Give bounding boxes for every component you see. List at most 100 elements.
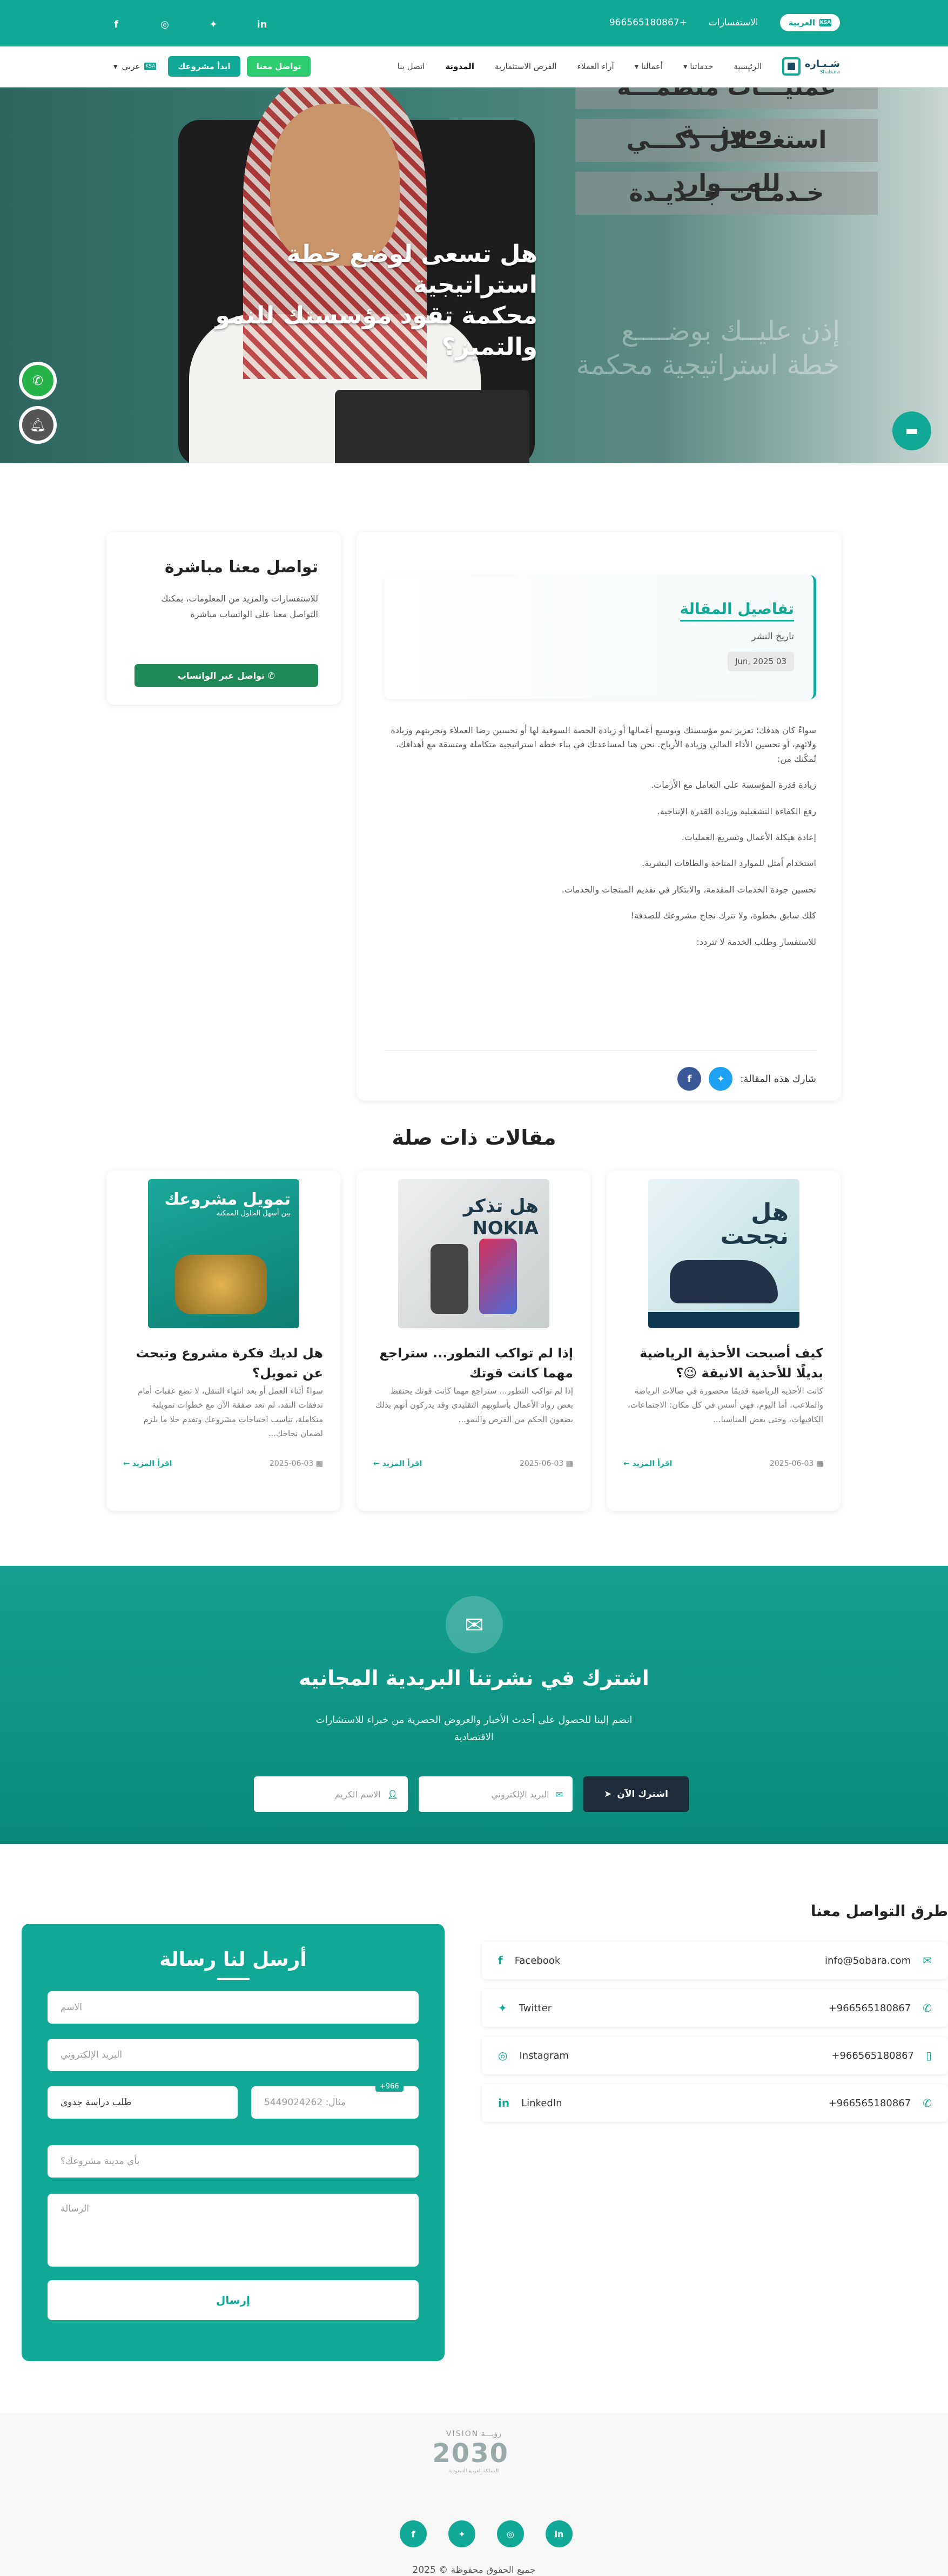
nav-contact[interactable]: اتصل بنا bbox=[398, 62, 425, 71]
publish-date-badge: Jun, 2025 03 bbox=[727, 652, 794, 671]
contact-row-label: Twitter ✦ bbox=[498, 2002, 552, 2014]
related-excerpt: كانت الأحذية الرياضية قديمًا محصورة في ص… bbox=[627, 1386, 823, 1424]
start-project-button[interactable]: ابدأ مشروعك bbox=[168, 56, 240, 77]
read-more-link[interactable]: اقرأ المزيد ← bbox=[373, 1459, 422, 1468]
twitter-icon[interactable]: ✦ bbox=[205, 16, 221, 32]
related-title-text[interactable]: هل لديك فكرة مشروع وتبحث عن تمويل؟ bbox=[123, 1343, 323, 1383]
facebook-icon[interactable]: f bbox=[108, 16, 124, 32]
mail-icon: ✉ bbox=[923, 1954, 932, 1967]
related-date-value: 2025-06-03 bbox=[269, 1459, 314, 1468]
direct-contact-text: للاستفسارات والمزيد من المعلومات، يمكنك … bbox=[161, 593, 318, 619]
contact-row-label: Facebook f bbox=[498, 1954, 560, 1967]
contact-row-linkedin[interactable]: ✆ 966565180867+ LinkedIn in bbox=[482, 2084, 948, 2122]
contact-row-instagram[interactable]: ▯ 966565180867+ Instagram ◎ bbox=[482, 2037, 948, 2074]
nav-testimonials[interactable]: آراء العملاء bbox=[577, 62, 614, 71]
facebook-icon[interactable]: f bbox=[400, 2520, 427, 2547]
calendar-icon: ▦ bbox=[313, 1459, 323, 1468]
read-more-label: اقرأ المزيد bbox=[132, 1459, 172, 1468]
related-date: ▦ 2025-06-03 bbox=[520, 1459, 573, 1468]
name-field[interactable]: الاسم bbox=[48, 1991, 419, 2024]
share-row: شارك هذه المقالة: ✦ f bbox=[384, 1050, 816, 1091]
hero-subtitle: إذن عليــك بوضــــع خطة استراتيجية محكمة bbox=[537, 249, 840, 382]
related-excerpt: سواءً أثناء العمل أو بعد انتهاء التنقل، … bbox=[138, 1386, 323, 1438]
service-select[interactable]: طلب دراسة جدوى bbox=[48, 2086, 238, 2119]
contact-value: 966565180867+ bbox=[828, 2002, 911, 2014]
contact-row-value: ✆ 966565180867+ bbox=[829, 2097, 932, 2110]
contact-us-button[interactable]: تواصل معنا bbox=[246, 56, 311, 77]
country-code-badge[interactable]: +966 bbox=[375, 2081, 404, 2092]
whatsapp-button-label: تواصل عبر الواتساب bbox=[177, 670, 265, 681]
send-icon: ➤ bbox=[604, 1789, 612, 1800]
direct-contact-card: تواصل معنا مباشرة للاستفسارات والمزيد من… bbox=[106, 532, 341, 705]
contact-label: Facebook bbox=[514, 1955, 561, 1966]
related-meta: ▦ 2025-06-03 اقرأ المزيد ← bbox=[123, 1459, 323, 1468]
article-point: كلك سابق بخطوة، ولا تترك نجاح مشروعك للص… bbox=[630, 910, 816, 921]
user-icon: 👤︎ bbox=[387, 1789, 398, 1800]
article-card: تفاصيل المقالة تاريخ النشر Jun, 2025 03 … bbox=[357, 532, 841, 1100]
related-card[interactable]: تمويل مشروعك بين أسهل الحلول الممكنة هل … bbox=[106, 1171, 340, 1511]
nav-home[interactable]: الرئيسية bbox=[734, 62, 762, 71]
contact-row-value: ✆ 966565180867+ bbox=[829, 2002, 932, 2014]
subscribe-button[interactable]: اشترك الآن ➤ bbox=[583, 1776, 689, 1812]
vision-label: رؤيـــة VISION bbox=[446, 2430, 501, 2438]
whatsapp-contact-button[interactable]: ✆ تواصل عبر الواتساب bbox=[135, 664, 318, 687]
hero-bar: استغـــلال ذكـــي للمـــوارد bbox=[575, 119, 878, 197]
instagram-icon[interactable]: ◎ bbox=[157, 16, 173, 32]
linkedin-icon[interactable]: in bbox=[254, 16, 270, 32]
hero-laptop bbox=[335, 390, 529, 463]
subscribe-label: اشترك الآن bbox=[617, 1789, 668, 1800]
logo[interactable]: شـبـاره Shabara bbox=[782, 57, 840, 76]
twitter-share-icon[interactable]: ✦ bbox=[709, 1067, 733, 1091]
email-field[interactable]: البريد الإلكتروني bbox=[48, 2039, 419, 2071]
logo-text: شـبـاره bbox=[804, 58, 840, 70]
contact-row-twitter[interactable]: ✆ 966565180867+ Twitter ✦ bbox=[482, 1989, 948, 2027]
newsletter-form: اشترك الآن ➤ ✉ البريد الإلكتروني 👤︎ الاس… bbox=[254, 1776, 689, 1812]
related-title-text[interactable]: كيف أصبحت الأحذية الرياضية بديلًا للأحذي… bbox=[623, 1343, 823, 1383]
newsletter-name-input[interactable]: 👤︎ الاسم الكريم bbox=[254, 1776, 408, 1812]
hero-sub-line: خطة استراتيجية محكمة bbox=[576, 349, 840, 381]
bell-icon[interactable]: 🔔︎ bbox=[19, 406, 57, 444]
related-date: ▦ 2025-06-03 bbox=[770, 1459, 823, 1468]
contact-row-facebook[interactable]: ✉ info@5obara.com Facebook f bbox=[482, 1942, 948, 1979]
instagram-icon[interactable]: ◎ bbox=[497, 2520, 524, 2547]
whatsapp-float-icon[interactable]: ✆ bbox=[19, 362, 57, 400]
city-field[interactable]: بأي مدينة مشروعك؟ bbox=[48, 2145, 419, 2178]
nav-services[interactable]: خدماتنا ▾ bbox=[683, 62, 713, 71]
twitter-icon[interactable]: ✦ bbox=[448, 2520, 475, 2547]
read-more-link[interactable]: اقرأ المزيد ← bbox=[123, 1459, 172, 1468]
article-details-box: تفاصيل المقالة تاريخ النشر Jun, 2025 03 bbox=[384, 575, 816, 699]
phone-placeholder: مثال: 5449024262 bbox=[264, 2097, 346, 2108]
read-more-link[interactable]: اقرأ المزيد ← bbox=[623, 1459, 672, 1468]
send-button[interactable]: إرسال bbox=[48, 2280, 419, 2320]
topbar-phone[interactable]: 966565180867+ bbox=[609, 17, 687, 28]
share-label: شارك هذه المقالة: bbox=[740, 1073, 816, 1085]
language-pill[interactable]: KSA العربية bbox=[779, 14, 840, 31]
nav-works[interactable]: أعمالنا ▾ bbox=[635, 62, 663, 71]
instagram-icon: ◎ bbox=[498, 2049, 508, 2062]
name-placeholder: الاسم الكريم bbox=[334, 1789, 381, 1800]
article-body: سواءً كان هدفك؛ تعزيز نمو مؤسستك وتوسيع … bbox=[384, 724, 816, 961]
coins-shape bbox=[175, 1255, 267, 1314]
related-card[interactable]: هل تذكر NOKIA إذا لم تواكب التطور... ستر… bbox=[357, 1171, 590, 1511]
language-select[interactable]: KSA عربي ▾ bbox=[108, 62, 162, 71]
nav-blog[interactable]: المدونة bbox=[445, 62, 474, 71]
facebook-share-icon[interactable]: f bbox=[677, 1067, 702, 1091]
related-title-text[interactable]: إذا لم تواكب التطور... ستراجع مهما كانت … bbox=[373, 1343, 573, 1383]
related-image-line: تمويل مشروعك bbox=[164, 1190, 291, 1209]
related-image-line: بين أسهل الحلول الممكنة bbox=[216, 1209, 291, 1218]
message-textarea[interactable]: الرسالة bbox=[48, 2194, 419, 2267]
related-title: مقالات ذات صلة bbox=[392, 1126, 556, 1150]
linkedin-icon[interactable]: in bbox=[546, 2520, 573, 2547]
facebook-icon: f bbox=[498, 1954, 503, 1967]
image-footer-strip bbox=[648, 1312, 799, 1328]
related-card[interactable]: هل نجحت كيف أصبحت الأحذية الرياضية بديلً… bbox=[607, 1171, 841, 1511]
newsletter-email-input[interactable]: ✉ البريد الإلكتروني bbox=[419, 1776, 573, 1812]
chat-icon[interactable]: ▬ bbox=[892, 411, 931, 450]
contact-ways-title: طرق التواصل معنا bbox=[810, 1902, 948, 1920]
consult-link[interactable]: الاستفسارات bbox=[709, 17, 758, 28]
nav-investment[interactable]: الفرص الاستثمارية bbox=[495, 62, 557, 71]
related-image-line: هل تذكر bbox=[463, 1195, 539, 1217]
publish-date-label: تاريخ النشر bbox=[751, 631, 794, 642]
message-form-title: أرسل لنا رسالة bbox=[159, 1949, 307, 1971]
linkedin-icon: in bbox=[498, 2097, 510, 2110]
